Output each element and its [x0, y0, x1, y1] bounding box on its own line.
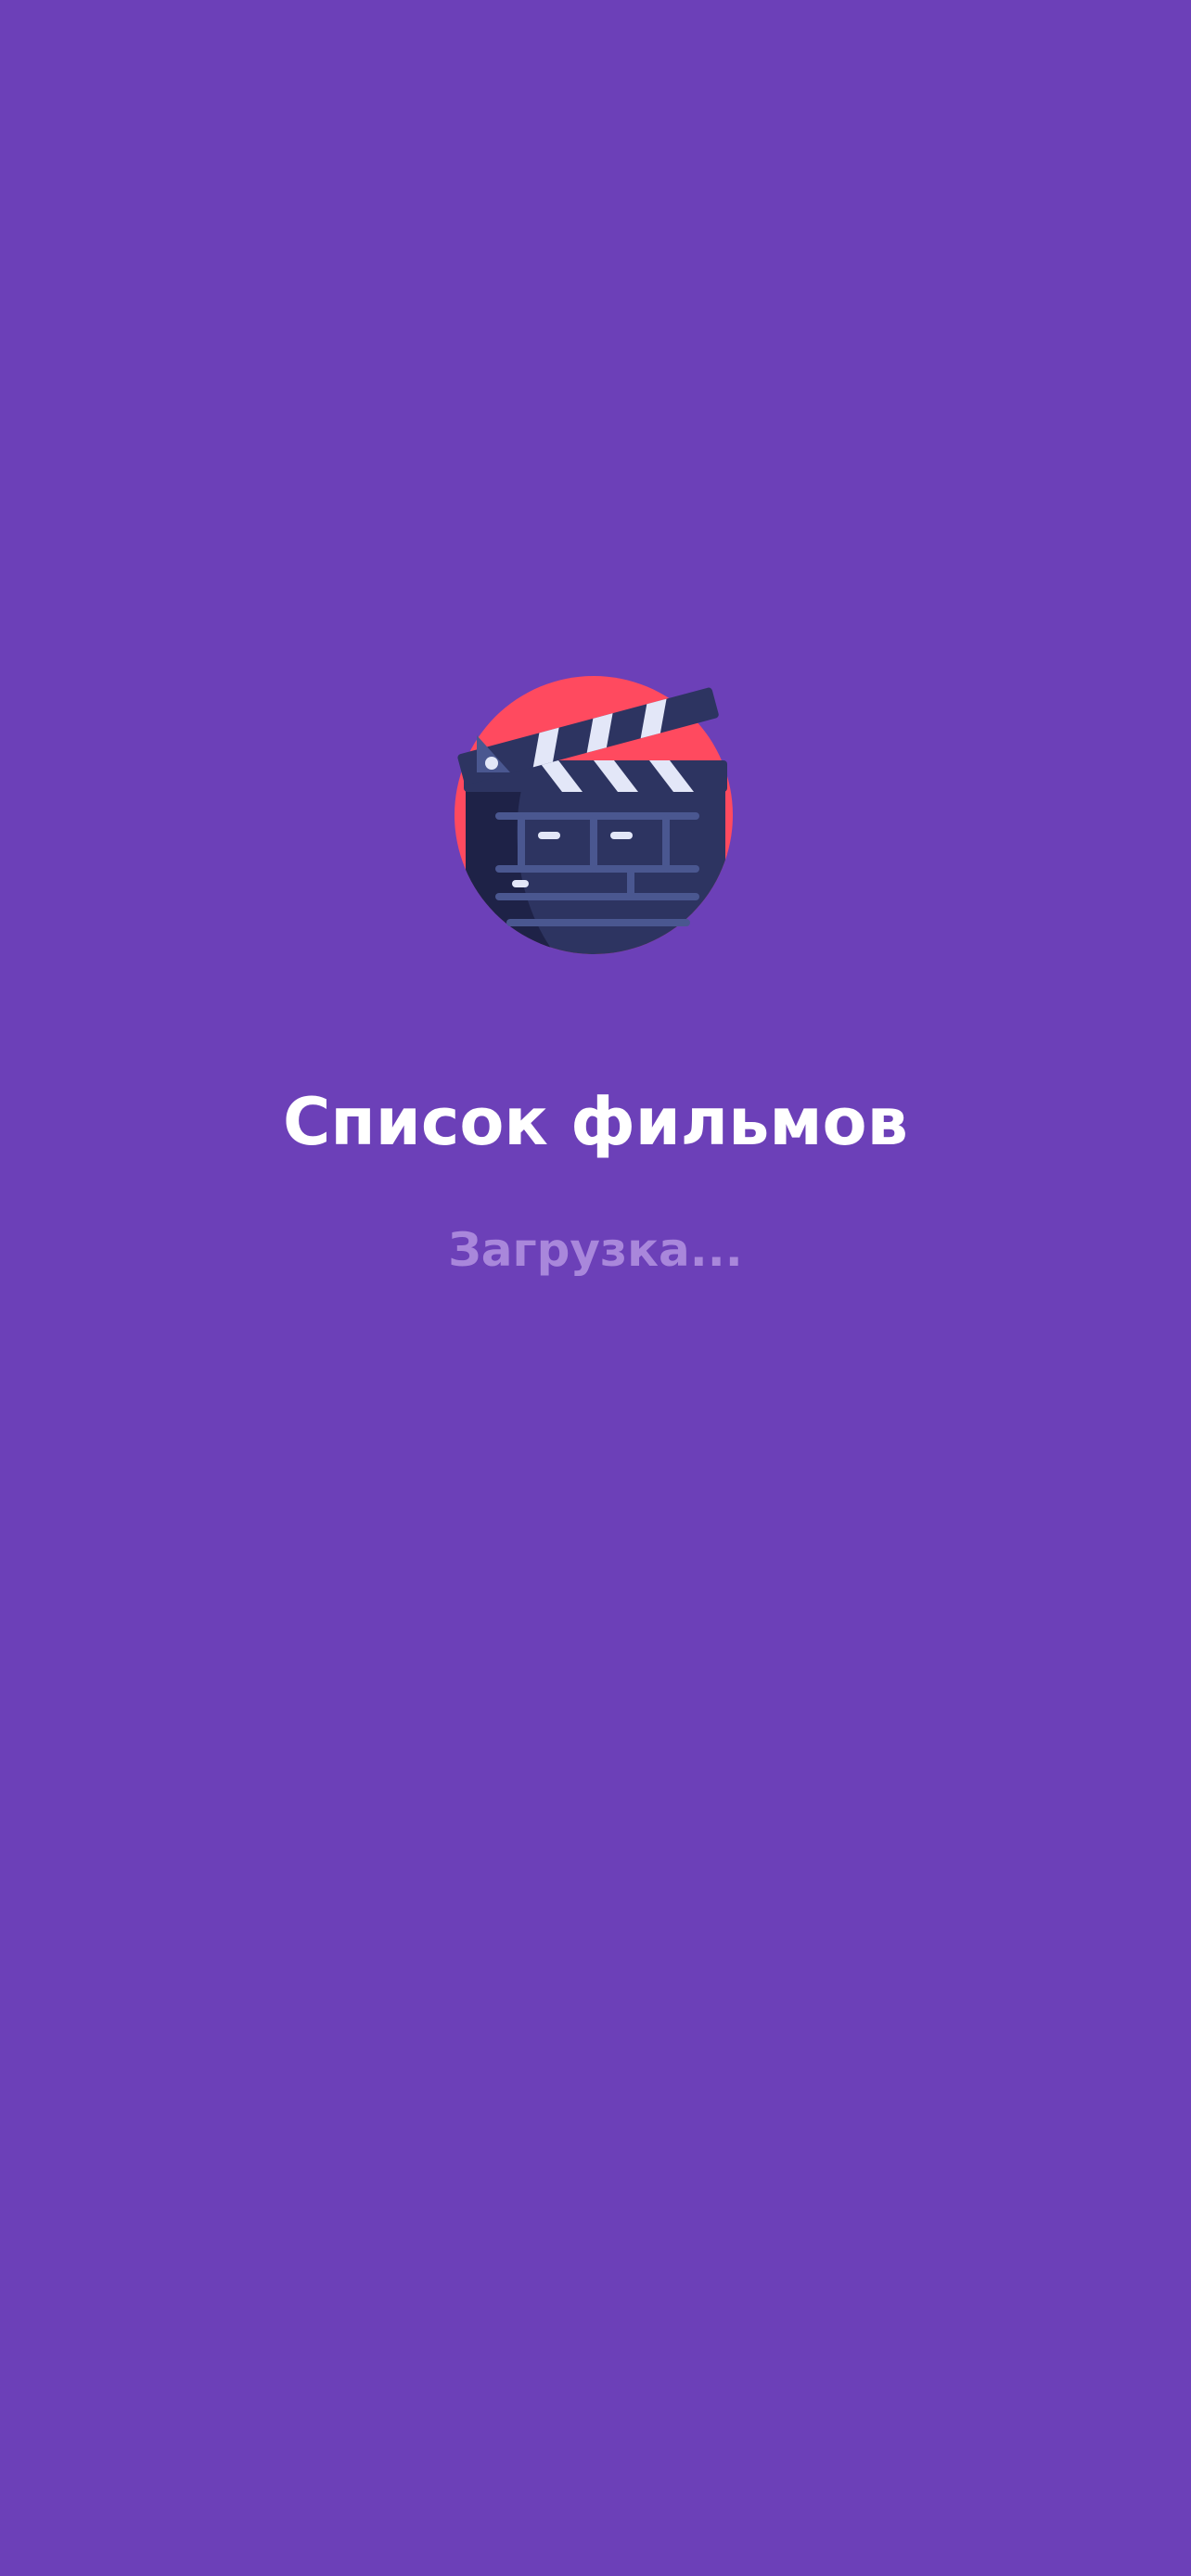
app-title: Список фильмов: [283, 1084, 908, 1160]
clapperboard-icon: [455, 676, 733, 954]
splash-screen: Список фильмов Загрузка...: [0, 0, 1191, 2576]
loading-text: Загрузка...: [448, 1223, 743, 1277]
